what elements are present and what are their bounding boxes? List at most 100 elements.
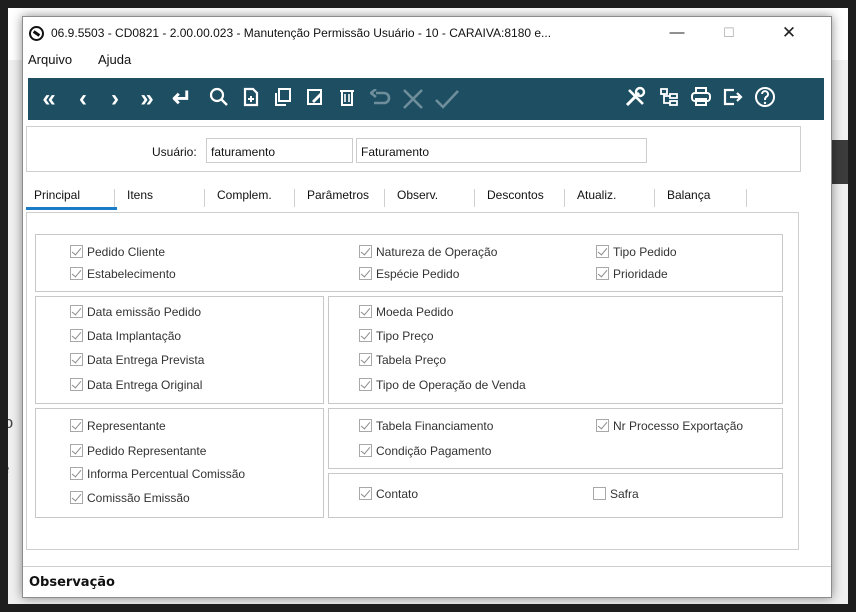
checkbox-box[interactable] bbox=[70, 267, 83, 280]
group-representante: Representante Pedido Representante Infor… bbox=[35, 408, 324, 518]
checkbox-box[interactable] bbox=[70, 305, 83, 318]
checkbox-pedido-cliente[interactable]: Pedido Cliente bbox=[70, 245, 165, 263]
tab-atualiz[interactable]: Atualiz. bbox=[577, 185, 616, 209]
checkbox-contato[interactable]: Contato bbox=[359, 487, 418, 505]
checkbox-condicao-pagamento[interactable]: Condição Pagamento bbox=[359, 444, 491, 462]
print-icon[interactable] bbox=[686, 78, 716, 120]
title-bar[interactable]: 06.9.5503 - CD0821 - 2.00.00.023 - Manut… bbox=[23, 17, 831, 49]
checkbox-box[interactable] bbox=[70, 245, 83, 258]
help-icon[interactable] bbox=[750, 78, 780, 120]
copy-icon[interactable] bbox=[268, 78, 298, 120]
checkbox-tipo-pedido[interactable]: Tipo Pedido bbox=[596, 245, 677, 263]
checkbox-label: Contato bbox=[376, 487, 419, 501]
checkbox-box[interactable] bbox=[70, 353, 83, 366]
checkbox-box[interactable] bbox=[359, 378, 372, 391]
checkbox-label: Condição Pagamento bbox=[376, 444, 492, 458]
checkbox-data-implantacao[interactable]: Data Implantação bbox=[70, 329, 181, 347]
checkbox-box[interactable] bbox=[359, 267, 372, 280]
group-precos: Moeda Pedido Tipo Preço Tabela Preço Tip… bbox=[328, 296, 783, 404]
tab-balanca[interactable]: Balança bbox=[667, 185, 710, 209]
checkbox-box[interactable] bbox=[70, 467, 83, 480]
tab-parametros[interactable]: Parâmetros bbox=[307, 185, 369, 209]
tab-itens[interactable]: Itens bbox=[127, 185, 153, 209]
tab-observ[interactable]: Observ. bbox=[397, 185, 438, 209]
tab-complem[interactable]: Complem. bbox=[217, 185, 272, 209]
checkbox-box[interactable] bbox=[593, 487, 606, 500]
checkbox-label: Tabela Preço bbox=[376, 353, 447, 367]
checkbox-box[interactable] bbox=[70, 444, 83, 457]
checkbox-box[interactable] bbox=[596, 245, 609, 258]
checkbox-tipo-preco[interactable]: Tipo Preço bbox=[359, 329, 434, 347]
exit-icon[interactable] bbox=[718, 78, 748, 120]
menu-arquivo[interactable]: Arquivo bbox=[28, 52, 72, 67]
checkbox-informa-percentual-comissao[interactable]: Informa Percentual Comissão bbox=[70, 467, 245, 485]
cancel-icon[interactable] bbox=[398, 78, 428, 120]
menu-ajuda[interactable]: Ajuda bbox=[98, 52, 131, 67]
edit-icon[interactable] bbox=[300, 78, 330, 120]
checkbox-box[interactable] bbox=[70, 491, 83, 504]
delete-icon[interactable] bbox=[332, 78, 362, 120]
checkbox-box[interactable] bbox=[70, 419, 83, 432]
checkbox-tabela-preco[interactable]: Tabela Preço bbox=[359, 353, 446, 371]
checkbox-label: Pedido Cliente bbox=[87, 245, 166, 259]
background-left-letter: ti bbox=[0, 505, 9, 524]
checkbox-data-entrega-original[interactable]: Data Entrega Original bbox=[70, 378, 202, 396]
checkbox-box[interactable] bbox=[70, 378, 83, 391]
checkbox-label: Prioridade bbox=[613, 267, 668, 281]
checkbox-label: Moeda Pedido bbox=[376, 305, 454, 319]
checkbox-box[interactable] bbox=[359, 444, 372, 457]
maximize-button[interactable]: ☐ bbox=[707, 21, 751, 45]
goto-record-icon[interactable]: ↵ bbox=[167, 78, 197, 120]
checkbox-box[interactable] bbox=[359, 305, 372, 318]
tab-separator bbox=[474, 189, 475, 207]
minimize-button[interactable]: — bbox=[655, 21, 699, 45]
checkbox-box[interactable] bbox=[596, 419, 609, 432]
checkbox-box[interactable] bbox=[70, 329, 83, 342]
tab-separator bbox=[294, 189, 295, 207]
checkbox-safra[interactable]: Safra bbox=[593, 487, 639, 505]
checkbox-label: Representante bbox=[87, 419, 166, 433]
undo-icon[interactable] bbox=[366, 78, 396, 120]
first-record-icon[interactable]: « bbox=[34, 78, 64, 120]
checkbox-representante[interactable]: Representante bbox=[70, 419, 166, 437]
user-code-field[interactable]: faturamento bbox=[206, 138, 353, 163]
checkbox-box[interactable] bbox=[596, 267, 609, 280]
checkbox-tipo-operacao-venda[interactable]: Tipo de Operação de Venda bbox=[359, 378, 526, 396]
checkbox-data-entrega-prevista[interactable]: Data Entrega Prevista bbox=[70, 353, 204, 371]
group-contato: Contato Safra bbox=[328, 473, 783, 518]
checkbox-especie-pedido[interactable]: Espécie Pedido bbox=[359, 267, 459, 285]
tab-separator bbox=[384, 189, 385, 207]
checkbox-box[interactable] bbox=[359, 419, 372, 432]
confirm-icon[interactable] bbox=[432, 78, 462, 120]
last-record-icon[interactable]: » bbox=[132, 78, 162, 120]
checkbox-box[interactable] bbox=[359, 487, 372, 500]
checkbox-box[interactable] bbox=[359, 353, 372, 366]
tab-principal[interactable]: Principal bbox=[34, 185, 80, 209]
observacao-section-title[interactable]: Observação bbox=[29, 575, 115, 590]
user-name-field[interactable]: Faturamento bbox=[356, 138, 647, 163]
search-icon[interactable] bbox=[204, 78, 234, 120]
checkbox-moeda-pedido[interactable]: Moeda Pedido bbox=[359, 305, 453, 323]
checkbox-label: Natureza de Operação bbox=[376, 245, 498, 259]
previous-record-icon[interactable]: ‹ bbox=[68, 78, 98, 120]
footer-divider bbox=[23, 566, 831, 567]
checkbox-label: Espécie Pedido bbox=[376, 267, 460, 281]
checkbox-pedido-representante[interactable]: Pedido Representante bbox=[70, 444, 206, 462]
checkbox-natureza-operacao[interactable]: Natureza de Operação bbox=[359, 245, 497, 263]
new-doc-icon[interactable] bbox=[236, 78, 266, 120]
checkbox-box[interactable] bbox=[359, 245, 372, 258]
checkbox-data-emissao[interactable]: Data emissão Pedido bbox=[70, 305, 201, 323]
tab-descontos[interactable]: Descontos bbox=[487, 185, 544, 209]
checkbox-estabelecimento[interactable]: Estabelecimento bbox=[70, 267, 176, 285]
next-record-icon[interactable]: › bbox=[100, 78, 130, 120]
tree-icon[interactable] bbox=[654, 78, 684, 120]
tab-separator bbox=[746, 189, 747, 207]
checkbox-tabela-financiamento[interactable]: Tabela Financiamento bbox=[359, 419, 493, 437]
checkbox-box[interactable] bbox=[359, 329, 372, 342]
close-button[interactable]: ✕ bbox=[767, 21, 811, 45]
checkbox-prioridade[interactable]: Prioridade bbox=[596, 267, 668, 285]
checkbox-comissao-emissao[interactable]: Comissão Emissão bbox=[70, 491, 190, 509]
checkbox-nr-processo-exportacao[interactable]: Nr Processo Exportação bbox=[596, 419, 743, 437]
tools-icon[interactable] bbox=[620, 78, 650, 120]
checkbox-label: Data Entrega Prevista bbox=[87, 353, 205, 367]
